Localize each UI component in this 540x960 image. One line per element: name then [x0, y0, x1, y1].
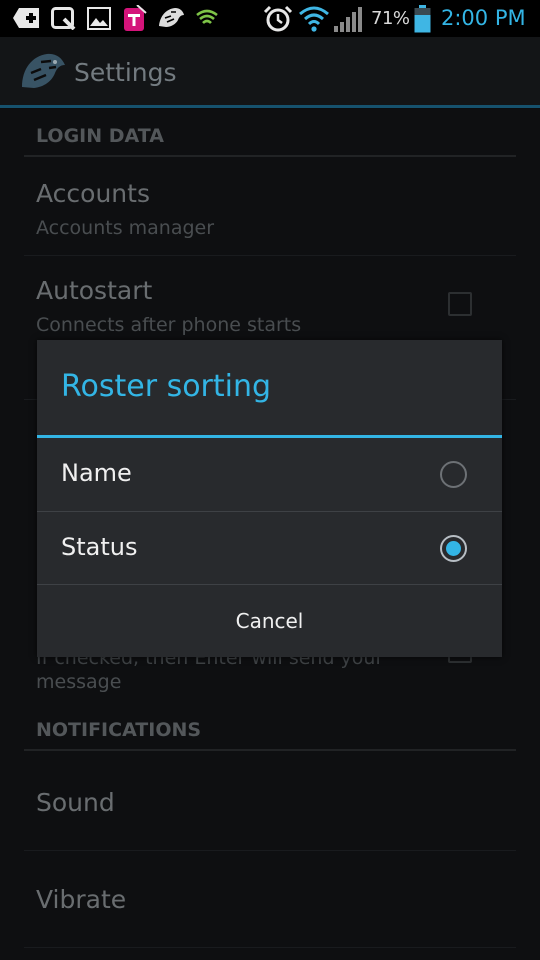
option-status-label: Status	[61, 533, 138, 561]
clock-time: 2:00 PM	[441, 6, 526, 30]
t-mobile-icon	[123, 5, 147, 32]
dialog-title: Roster sorting	[61, 369, 272, 404]
add-box-icon	[13, 7, 41, 29]
gallery-icon	[87, 7, 111, 30]
option-status-radio[interactable]	[440, 535, 467, 562]
cancel-button[interactable]: Cancel	[37, 585, 502, 657]
alarm-icon	[263, 5, 293, 33]
status-bar: 71% 2:00 PM	[0, 0, 540, 37]
radio-selected-dot	[446, 541, 461, 556]
battery-percent: 71%	[371, 8, 410, 29]
signal-app-icon	[195, 7, 219, 29]
cell-signal-icon	[333, 5, 365, 33]
option-status[interactable]: Status	[37, 512, 502, 585]
q-app-icon	[51, 7, 76, 30]
wifi-icon	[298, 5, 330, 32]
battery-icon	[414, 5, 431, 33]
roster-sorting-dialog: Roster sorting Name Status Cancel	[37, 340, 502, 657]
option-name-radio[interactable]	[440, 461, 467, 488]
option-name-label: Name	[61, 459, 132, 487]
option-name[interactable]: Name	[37, 438, 502, 511]
tiger-icon	[157, 6, 185, 30]
